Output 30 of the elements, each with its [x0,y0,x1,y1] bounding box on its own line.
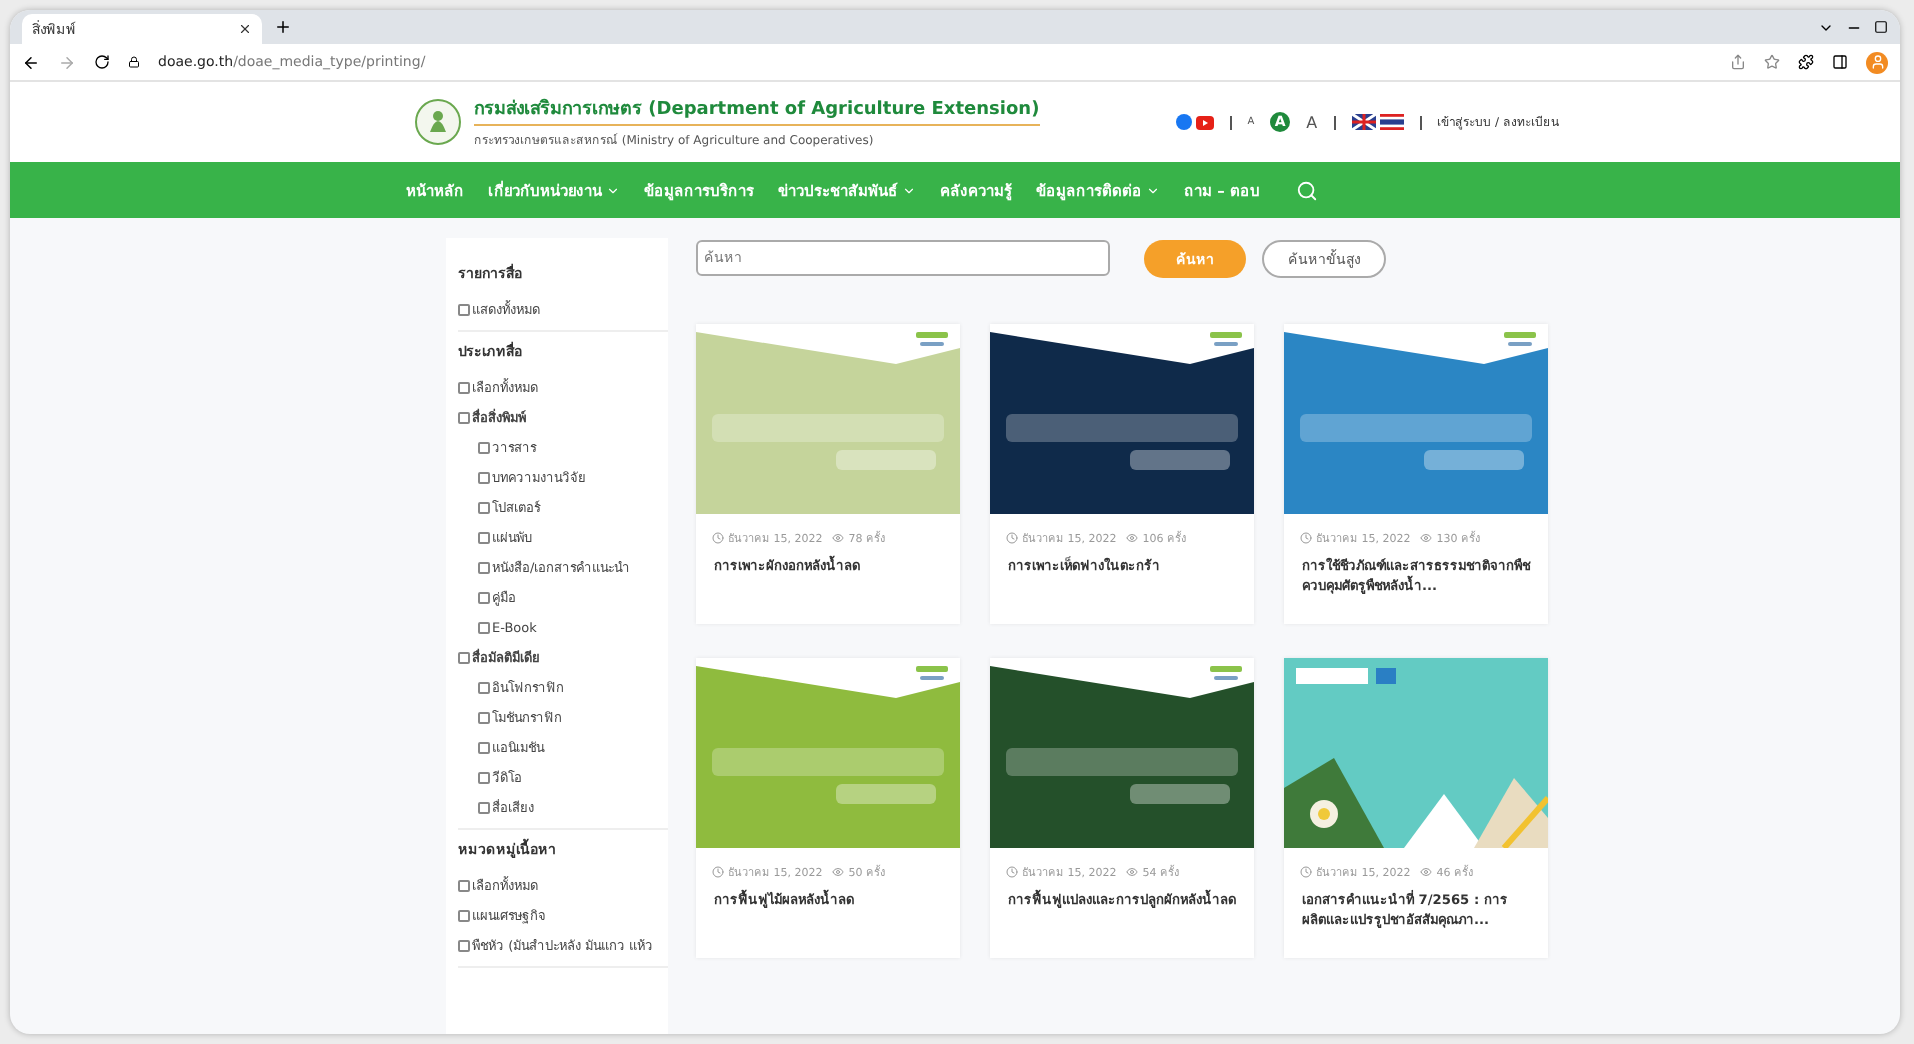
clock-icon [1300,866,1312,878]
site-title: กรมส่งเสริมการเกษตร (Department of Agriculture Extension) [474,94,1040,126]
new-tab-icon[interactable] [274,18,292,36]
panel-icon[interactable] [1832,54,1848,70]
thai-flag-icon[interactable] [1379,114,1404,130]
eye-icon [1420,866,1433,878]
eye-icon [832,532,845,544]
search-icon[interactable] [1295,179,1318,201]
lock-icon [128,56,140,68]
clock-icon [712,532,724,544]
clock-icon [1006,532,1018,544]
star-icon[interactable] [1764,54,1780,70]
back-icon[interactable] [22,53,40,71]
maximize-icon[interactable] [1874,20,1888,34]
eye-icon [1420,532,1433,544]
share-icon[interactable] [1730,54,1746,70]
reload-icon[interactable] [94,54,110,70]
youtube-icon[interactable] [1195,115,1214,129]
uk-flag-icon[interactable] [1351,114,1376,130]
clock-icon [1300,532,1312,544]
eye-icon [1126,866,1139,878]
clock-icon [1006,866,1018,878]
eye-icon [1126,532,1139,544]
eye-icon [832,866,845,878]
close-icon[interactable] [238,22,252,36]
clock-icon [712,866,724,878]
facebook-icon[interactable] [1175,114,1192,130]
puzzle-icon[interactable] [1798,54,1814,70]
logo-icon [414,98,462,146]
font-size-option[interactable]: A [1306,113,1318,131]
